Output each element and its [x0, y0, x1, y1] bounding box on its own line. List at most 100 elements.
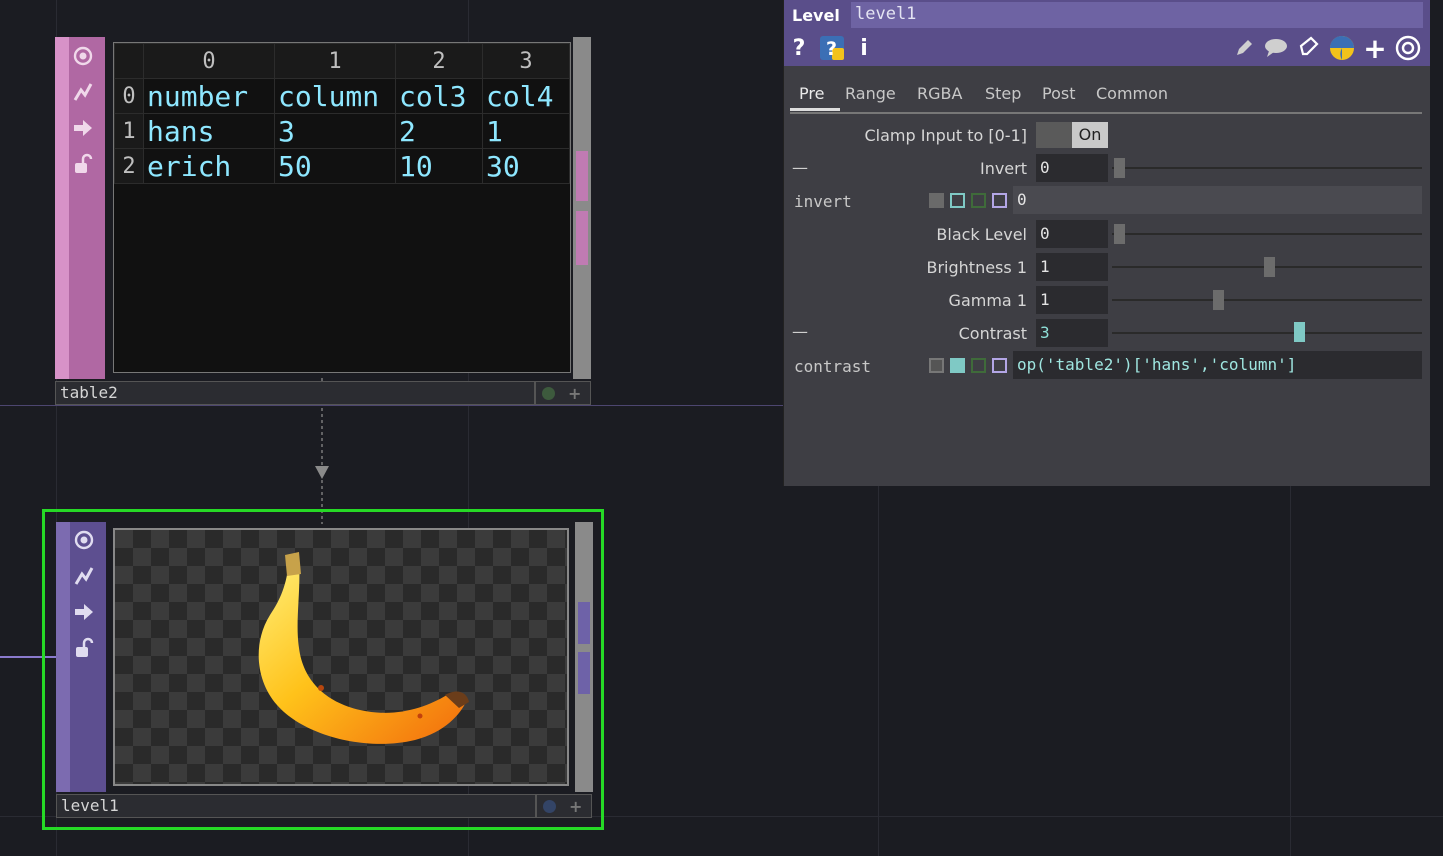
info-icon[interactable]: i	[856, 34, 872, 62]
collapse-dash[interactable]: —	[792, 158, 808, 177]
parameter-panel: Level level1 ? ? i + Pre Range RGBA Step…	[783, 0, 1430, 486]
status-dot-icon[interactable]	[543, 800, 556, 813]
node-output-bar	[573, 37, 591, 379]
table-row: 1 hans 3 2 1	[114, 113, 570, 149]
param-name-invert: invert	[794, 192, 852, 211]
output-connector[interactable]	[576, 151, 588, 201]
row-header: 2	[114, 148, 144, 184]
black-level-value-field[interactable]: 0	[1036, 220, 1108, 248]
node-name-label[interactable]: table2	[55, 381, 535, 405]
edit-icon[interactable]	[1232, 34, 1256, 62]
toggle-state: On	[1072, 122, 1108, 148]
col-header: 0	[143, 43, 275, 79]
output-connector[interactable]	[578, 652, 590, 694]
corner-cell	[114, 43, 144, 79]
status-dot-icon[interactable]	[542, 387, 555, 400]
tab-range[interactable]: Range	[845, 84, 896, 103]
output-connector[interactable]	[576, 211, 588, 265]
gamma-slider-handle[interactable]	[1213, 290, 1224, 310]
tab-rgba[interactable]: RGBA	[917, 84, 962, 103]
param-label-contrast: Contrast	[958, 324, 1027, 343]
table-cell[interactable]: col3	[395, 78, 483, 114]
table-cell[interactable]: 50	[274, 148, 396, 184]
contrast-slider[interactable]	[1112, 332, 1422, 334]
contrast-slider-handle[interactable]	[1294, 322, 1305, 342]
level-node[interactable]: level1 +	[42, 509, 604, 830]
plus-icon[interactable]: +	[569, 797, 582, 816]
mode-export-icon[interactable]	[971, 193, 986, 208]
param-label-black-level: Black Level	[936, 225, 1027, 244]
table-node[interactable]: 0 1 2 3 0 number column col3 col4 1 hans	[55, 37, 591, 407]
black-level-slider[interactable]	[1112, 233, 1422, 235]
node-flags: +	[536, 794, 592, 818]
table-viewer[interactable]: 0 1 2 3 0 number column col3 col4 1 hans	[113, 42, 571, 373]
table-cell[interactable]: 30	[482, 148, 570, 184]
invert-slider-handle[interactable]	[1114, 158, 1125, 178]
parameter-tabs: Pre Range RGBA Step Post Common	[790, 82, 1422, 114]
copy-icon[interactable]	[1296, 34, 1322, 62]
row-header: 0	[114, 78, 144, 114]
param-name-contrast: contrast	[794, 357, 872, 376]
banana-image	[258, 552, 469, 744]
table-cell[interactable]: 2	[395, 113, 483, 149]
node-output-bar	[575, 522, 593, 792]
gamma-value-field[interactable]: 1	[1036, 286, 1108, 314]
table-row: 2 erich 50 10 30	[114, 148, 570, 184]
help-icon[interactable]: ?	[790, 34, 808, 62]
brightness-slider-handle[interactable]	[1264, 257, 1275, 277]
export-icon[interactable]	[69, 114, 97, 142]
target-icon[interactable]	[1394, 34, 1422, 62]
image-viewer[interactable]	[113, 528, 569, 786]
clamp-toggle[interactable]: On	[1036, 122, 1108, 148]
mode-constant-icon[interactable]	[929, 358, 944, 373]
contrast-expression-field[interactable]: op('table2')['hans','column']	[1013, 351, 1422, 379]
invert-expression-field[interactable]: 0	[1013, 186, 1422, 214]
mode-constant-icon[interactable]	[929, 193, 944, 208]
mode-bind-icon[interactable]	[992, 358, 1007, 373]
viewer-icon[interactable]	[69, 42, 97, 70]
invert-slider[interactable]	[1112, 167, 1422, 169]
gamma-slider[interactable]	[1112, 299, 1422, 301]
table-cell[interactable]: erich	[143, 148, 275, 184]
tab-pre[interactable]: Pre	[799, 84, 824, 103]
node-strip	[55, 37, 105, 379]
operator-name-field[interactable]: level1	[851, 2, 1423, 28]
collapse-dash[interactable]: —	[792, 322, 808, 341]
output-connector[interactable]	[578, 602, 590, 644]
row-header: 1	[114, 113, 144, 149]
bypass-icon[interactable]	[69, 78, 97, 106]
lock-icon[interactable]	[69, 150, 97, 178]
table-cell[interactable]: 3	[274, 113, 396, 149]
table-cell[interactable]: number	[143, 78, 275, 114]
brightness-value-field[interactable]: 1	[1036, 253, 1108, 281]
viewer-icon[interactable]	[70, 526, 98, 554]
invert-value-field[interactable]: 0	[1036, 154, 1108, 182]
table-cell[interactable]: 1	[482, 113, 570, 149]
mode-expression-icon[interactable]	[950, 358, 965, 373]
param-label-invert: Invert	[979, 159, 1027, 178]
tab-step[interactable]: Step	[985, 84, 1021, 103]
black-level-slider-handle[interactable]	[1114, 224, 1125, 244]
table-header-row: 0 1 2 3	[114, 43, 570, 79]
add-icon[interactable]: +	[1363, 32, 1386, 65]
lock-icon[interactable]	[70, 634, 98, 662]
bypass-icon[interactable]	[70, 562, 98, 590]
table-cell[interactable]: hans	[143, 113, 275, 149]
tab-common[interactable]: Common	[1096, 84, 1168, 103]
mode-export-icon[interactable]	[971, 358, 986, 373]
node-name-label[interactable]: level1	[56, 794, 536, 818]
contrast-value-field[interactable]: 3	[1036, 319, 1108, 347]
table-cell[interactable]: column	[274, 78, 396, 114]
table-cell[interactable]: col4	[482, 78, 570, 114]
mode-bind-icon[interactable]	[992, 193, 1007, 208]
mode-expression-icon[interactable]	[950, 193, 965, 208]
plus-icon[interactable]: +	[568, 384, 581, 403]
operator-type-label: Level	[792, 6, 840, 25]
tab-post[interactable]: Post	[1042, 84, 1075, 103]
python-icon[interactable]	[1328, 34, 1356, 62]
export-icon[interactable]	[70, 598, 98, 626]
svg-text:?: ?	[826, 38, 837, 60]
comment-icon[interactable]	[1262, 34, 1290, 62]
python-help-icon[interactable]: ?	[818, 34, 846, 62]
table-cell[interactable]: 10	[395, 148, 483, 184]
